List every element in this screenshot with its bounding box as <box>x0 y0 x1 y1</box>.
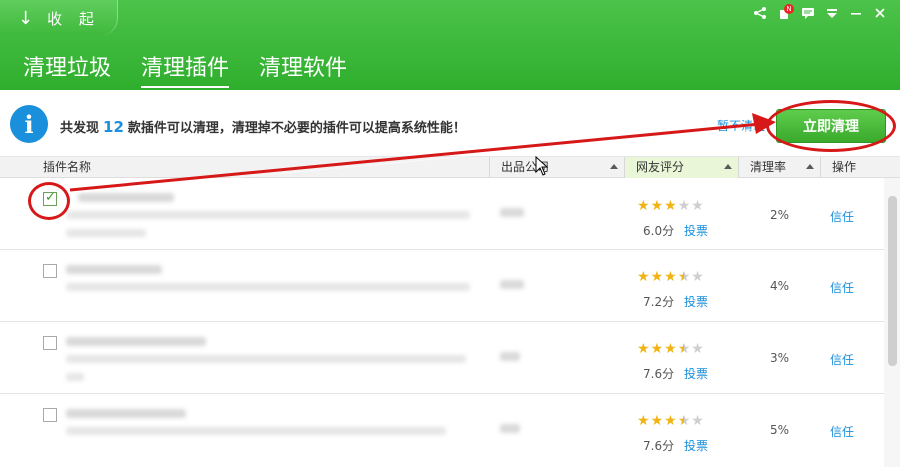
star-icon: ★ <box>691 198 704 214</box>
app-header: ↓ 收 起 N 清理垃圾 清理插件 清理软件 <box>0 0 900 90</box>
close-icon[interactable] <box>868 2 892 24</box>
tab-clean-junk[interactable]: 清理垃圾 <box>23 50 111 88</box>
mouse-cursor-icon <box>535 156 549 176</box>
blurred-publisher <box>500 424 520 433</box>
rating-stars: ★ ★ ★ ★ ★ <box>637 199 704 213</box>
star-icon: ★ <box>664 269 677 285</box>
star-icon: ★ <box>650 269 664 285</box>
star-icon: ★ <box>664 341 677 357</box>
blurred-name <box>78 193 174 202</box>
rating-stars: ★ ★ ★ ★ ★ <box>637 414 704 428</box>
rating-score: 7.2分 <box>643 295 675 309</box>
arrow-down-icon: ↓ <box>18 7 34 29</box>
star-icon: ★ <box>650 341 664 357</box>
star-icon: ★ <box>677 413 691 429</box>
blurred-description <box>66 355 466 363</box>
star-icon: ★ <box>637 269 650 285</box>
blurred-name <box>66 265 162 274</box>
main-tabs: 清理垃圾 清理插件 清理软件 <box>23 50 347 88</box>
star-icon: ★ <box>691 413 704 429</box>
vote-link[interactable]: 投票 <box>684 222 708 239</box>
blurred-publisher <box>500 208 524 217</box>
col-user-rating[interactable]: 网友评分 <box>625 157 739 178</box>
col-action: 操作 <box>832 160 857 174</box>
clean-rate: 2% <box>770 208 790 222</box>
vote-link[interactable]: 投票 <box>684 293 708 310</box>
rating-score: 7.6分 <box>643 367 675 381</box>
skip-clean-link[interactable]: 暂不清理 <box>717 117 765 134</box>
blurred-description <box>66 427 446 435</box>
blurred-name <box>66 409 186 418</box>
blurred-description <box>66 373 84 381</box>
table-row: ★ ★ ★ ★ ★ 7.6分 投票 3% 信任 <box>0 322 884 394</box>
trust-link[interactable]: 信任 <box>830 351 854 368</box>
clean-rate: 4% <box>770 279 790 293</box>
table-row: ★ ★ ★ ★ ★ 7.6分 投票 5% 信任 <box>0 394 884 466</box>
table-row: ★★★★★ 6.0分 投票 2% 信任 <box>0 178 884 250</box>
share-icon[interactable] <box>748 2 772 24</box>
col-publisher[interactable]: 出品公司 <box>490 157 625 178</box>
row-checkbox[interactable] <box>43 264 57 278</box>
window-controls: N <box>748 2 892 24</box>
rating-score: 7.6分 <box>643 439 675 453</box>
info-icon: i <box>10 105 48 143</box>
sort-arrow-icon <box>806 164 814 169</box>
blurred-name <box>66 337 206 346</box>
trust-link[interactable]: 信任 <box>830 208 854 225</box>
sort-arrow-icon <box>610 164 618 169</box>
clean-rate: 3% <box>770 351 790 365</box>
notification-icon[interactable]: N <box>772 2 796 24</box>
trust-link[interactable]: 信任 <box>830 279 854 296</box>
rating-stars: ★ ★ ★ ★ ★ <box>637 342 704 356</box>
blurred-publisher <box>500 352 520 361</box>
annotation-circle-checkbox <box>28 182 70 220</box>
trust-link[interactable]: 信任 <box>830 423 854 440</box>
plugin-count: 12 <box>103 118 124 136</box>
vote-link[interactable]: 投票 <box>684 437 708 454</box>
star-icon: ★ <box>677 341 691 357</box>
table-row: ★ ★ ★ ★ ★ 7.2分 投票 4% 信任 <box>0 250 884 322</box>
blurred-description <box>66 211 470 219</box>
notification-badge: N <box>784 4 794 14</box>
clean-rate: 5% <box>770 423 790 437</box>
star-icon: ★ <box>637 341 650 357</box>
row-checkbox[interactable] <box>43 336 57 350</box>
blurred-description <box>66 283 470 291</box>
sort-arrow-icon <box>724 164 732 169</box>
info-message: 共发现 12 款插件可以清理，清理掉不必要的插件可以提高系统性能！ <box>60 117 466 136</box>
tab-clean-plugins[interactable]: 清理插件 <box>141 50 230 88</box>
rating-score: 6.0分 <box>643 224 675 238</box>
star-icon: ★ <box>650 413 664 429</box>
minimize-icon[interactable] <box>844 2 868 24</box>
blurred-description <box>66 229 146 237</box>
info-suffix: 款插件可以清理，清理掉不必要的插件可以提高系统性能！ <box>127 121 466 136</box>
blurred-publisher <box>500 280 524 289</box>
vote-link[interactable]: 投票 <box>684 365 708 382</box>
info-prefix: 共发现 <box>60 121 100 136</box>
info-bar: i 共发现 12 款插件可以清理，清理掉不必要的插件可以提高系统性能！ 暂不清理 <box>0 90 900 156</box>
star-icon: ★ <box>650 198 664 214</box>
star-icon: ★ <box>691 269 704 285</box>
star-icon: ★ <box>691 341 704 357</box>
table-header: 插件名称 出品公司 网友评分 清理率 操作 <box>0 156 900 178</box>
collapse-button[interactable]: ↓ 收 起 <box>0 0 118 36</box>
star-icon: ★ <box>677 269 691 285</box>
star-icon: ★ <box>677 198 691 214</box>
scrollbar-thumb[interactable] <box>888 196 897 366</box>
star-icon: ★ <box>637 198 650 214</box>
menu-icon[interactable] <box>820 2 844 24</box>
star-icon: ★ <box>664 198 677 214</box>
row-checkbox[interactable] <box>43 408 57 422</box>
rating-stars: ★ ★ ★ ★ ★ <box>637 270 704 284</box>
star-icon: ★ <box>637 413 650 429</box>
message-icon[interactable] <box>796 2 820 24</box>
col-clean-rate[interactable]: 清理率 <box>739 157 821 178</box>
collapse-label: 收 起 <box>47 9 100 28</box>
annotation-circle-button <box>766 100 896 152</box>
col-plugin-name[interactable]: 插件名称 <box>0 157 490 178</box>
tab-clean-software[interactable]: 清理软件 <box>259 50 347 88</box>
star-icon: ★ <box>664 413 677 429</box>
